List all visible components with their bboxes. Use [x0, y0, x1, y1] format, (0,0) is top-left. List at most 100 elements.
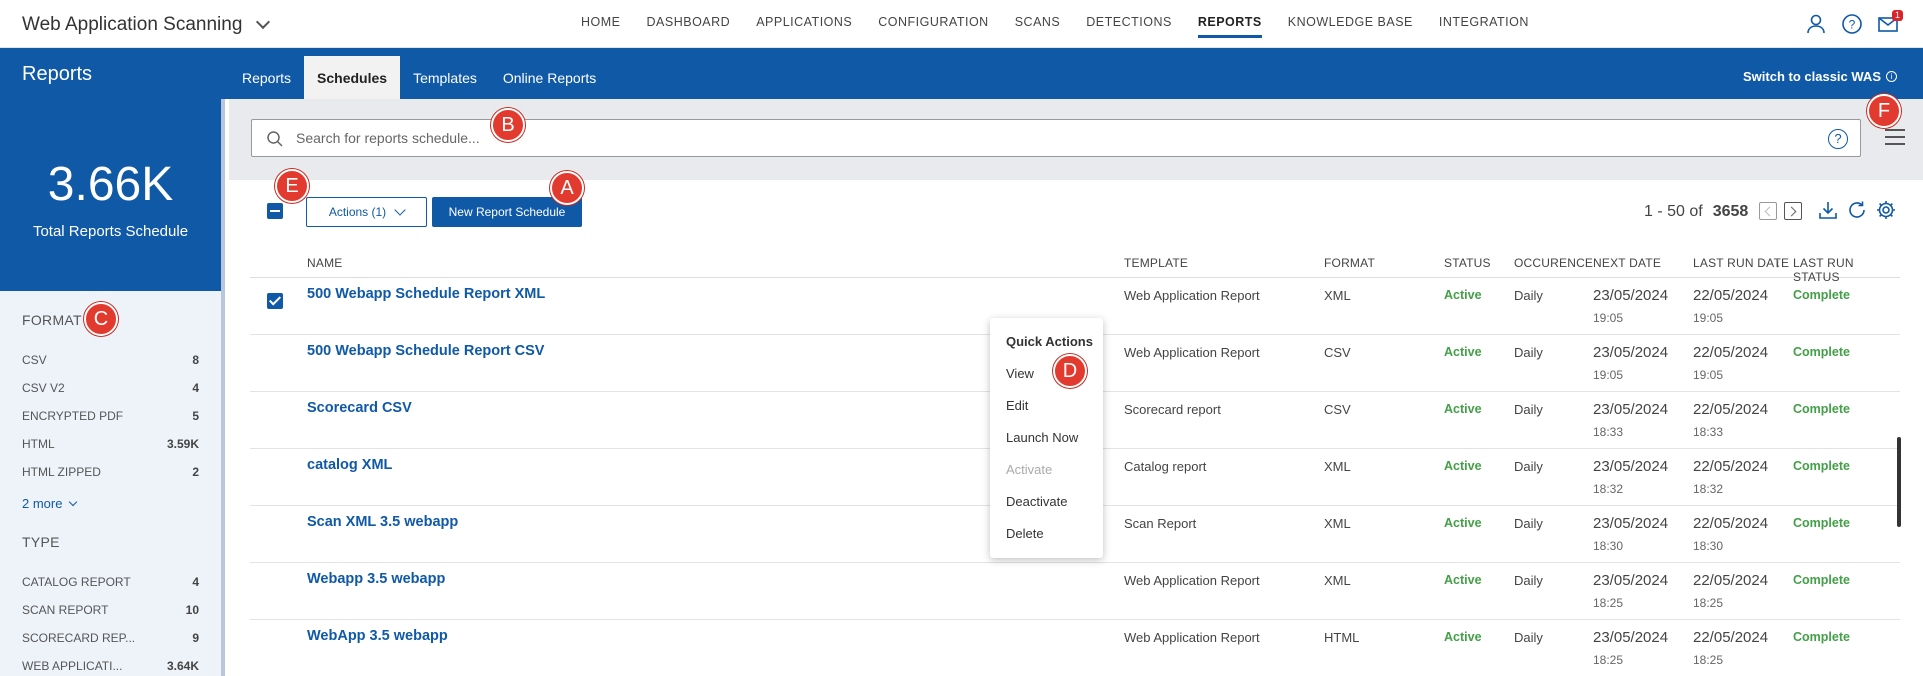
facet-label: CSV V2 [22, 381, 65, 395]
schedule-name-link[interactable]: Scorecard CSV [307, 400, 412, 416]
facet-item[interactable]: HTML ZIPPED 2 [22, 465, 199, 479]
info-icon: i [1886, 71, 1897, 82]
cell-next-time: 18:30 [1593, 539, 1624, 553]
tab-schedules[interactable]: Schedules [304, 56, 401, 99]
schedule-name-link[interactable]: Scan XML 3.5 webapp [307, 514, 458, 530]
help-circle-icon[interactable]: ? [1841, 13, 1863, 35]
column-header-next-date[interactable]: NEXT DATE [1593, 256, 1661, 270]
switch-classic-link[interactable]: Switch to classic WAS i [1743, 69, 1897, 84]
column-header-occurence[interactable]: OCCURENCE [1514, 256, 1593, 270]
table-row[interactable]: Webapp 3.5 webapp Web Application Report… [250, 563, 1900, 620]
refresh-icon[interactable] [1846, 199, 1868, 221]
cell-last-time: 19:05 [1693, 311, 1724, 325]
cell-last-time: 18:32 [1693, 482, 1724, 496]
mail-icon[interactable]: 1 [1877, 10, 1903, 35]
nav-configuration[interactable]: CONFIGURATION [865, 0, 1001, 48]
cell-next-time: 18:33 [1593, 425, 1624, 439]
table-row[interactable]: WebApp 3.5 webapp Web Application Report… [250, 620, 1900, 676]
facet-label: HTML ZIPPED [22, 465, 101, 479]
show-more-link[interactable]: 2 more [22, 496, 78, 511]
previous-page-button[interactable] [1759, 202, 1777, 220]
show-more-label: 2 more [22, 496, 63, 511]
facet-item[interactable]: SCORECARD REP... 9 [22, 631, 199, 645]
facet-label: ENCRYPTED PDF [22, 409, 124, 423]
app-switcher[interactable]: Web Application Scanning [22, 14, 271, 36]
cell-last-status: Complete [1793, 630, 1850, 644]
menu-item-launch-now[interactable]: Launch Now [1006, 430, 1078, 445]
stat-value: 3.66K [47, 158, 174, 211]
column-header-name[interactable]: NAME [307, 256, 342, 270]
callout-marker-f: F [1867, 94, 1901, 128]
facet-item[interactable]: ENCRYPTED PDF 5 [22, 409, 199, 423]
menu-item-edit[interactable]: Edit [1006, 398, 1028, 413]
cell-format: XML [1324, 573, 1351, 588]
download-icon[interactable] [1817, 199, 1839, 221]
top-bar: Web Application Scanning HOME DASHBOARD … [0, 0, 1923, 48]
nav-scans[interactable]: SCANS [1002, 0, 1074, 48]
cell-template: Scorecard report [1124, 402, 1221, 417]
tab-online-reports[interactable]: Online Reports [490, 56, 609, 99]
facet-item[interactable]: CSV 8 [22, 353, 199, 367]
schedule-name-link[interactable]: Webapp 3.5 webapp [307, 571, 445, 587]
next-page-button[interactable] [1784, 202, 1802, 220]
select-all-checkbox[interactable] [267, 203, 283, 219]
cell-next-time: 18:25 [1593, 653, 1624, 667]
settings-gear-icon[interactable] [1875, 199, 1897, 221]
schedule-name-link[interactable]: WebApp 3.5 webapp [307, 628, 448, 644]
user-icon[interactable] [1805, 13, 1827, 35]
facet-title-format: FORMAT [22, 312, 82, 328]
vertical-scrollbar[interactable] [1897, 437, 1901, 527]
tab-reports[interactable]: Reports [229, 56, 304, 99]
cell-last-time: 18:25 [1693, 653, 1724, 667]
cell-next-time: 19:05 [1593, 368, 1624, 382]
cell-last-status: Complete [1793, 459, 1850, 473]
table-header: NAME TEMPLATE FORMAT STATUS OCCURENCE NE… [250, 250, 1900, 284]
hamburger-menu-icon[interactable] [1885, 129, 1905, 150]
cell-next-date: 23/05/2024 [1593, 401, 1669, 418]
nav-applications[interactable]: APPLICATIONS [743, 0, 865, 48]
column-header-template[interactable]: TEMPLATE [1124, 256, 1188, 270]
cell-occurence: Daily [1514, 288, 1543, 303]
cell-last-time: 18:33 [1693, 425, 1724, 439]
facet-item[interactable]: HTML 3.59K [22, 437, 199, 451]
facet-label: CSV [22, 353, 47, 367]
sort-desc-icon[interactable]: ↓ [1775, 256, 1781, 270]
facet-item[interactable]: CATALOG REPORT 4 [22, 575, 199, 589]
nav-detections[interactable]: DETECTIONS [1073, 0, 1185, 48]
facet-item[interactable]: CSV V2 4 [22, 381, 199, 395]
facet-item[interactable]: WEB APPLICATI... 3.64K [22, 659, 199, 673]
tab-templates[interactable]: Templates [400, 56, 490, 99]
help-circle-icon[interactable]: ? [1828, 129, 1848, 149]
schedule-name-link[interactable]: 500 Webapp Schedule Report CSV [307, 343, 544, 359]
actions-dropdown-button[interactable]: Actions (1) [306, 197, 427, 227]
schedule-name-link[interactable]: 500 Webapp Schedule Report XML [307, 286, 545, 302]
facet-count: 4 [192, 381, 199, 395]
facet-count: 8 [192, 353, 199, 367]
app-title: Web Application Scanning [22, 14, 243, 35]
nav-reports[interactable]: REPORTS [1185, 0, 1275, 48]
cell-next-time: 19:05 [1593, 311, 1624, 325]
menu-item-view[interactable]: View [1006, 366, 1034, 381]
nav-knowledge-base[interactable]: KNOWLEDGE BASE [1275, 0, 1426, 48]
schedule-name-link[interactable]: catalog XML [307, 457, 392, 473]
pagination-total: 3658 [1712, 203, 1749, 220]
nav-home[interactable]: HOME [568, 0, 634, 48]
menu-item-delete[interactable]: Delete [1006, 526, 1044, 541]
facet-item[interactable]: SCAN REPORT 10 [22, 603, 199, 617]
callout-marker-e: E [275, 169, 309, 203]
column-header-status[interactable]: STATUS [1444, 256, 1491, 270]
callout-marker-a: A [550, 171, 584, 205]
actions-label: Actions (1) [328, 205, 387, 219]
facet-count: 2 [192, 465, 199, 479]
menu-item-deactivate[interactable]: Deactivate [1006, 494, 1067, 509]
nav-dashboard[interactable]: DASHBOARD [634, 0, 744, 48]
cell-last-date: 22/05/2024 [1693, 458, 1769, 475]
cell-next-date: 23/05/2024 [1593, 458, 1669, 475]
switch-classic-label: Switch to classic WAS [1743, 69, 1881, 84]
nav-integration[interactable]: INTEGRATION [1426, 0, 1542, 48]
facet-label: CATALOG REPORT [22, 575, 131, 589]
callout-marker-d: D [1053, 354, 1087, 388]
table-toolbar: Actions (1) New Report Schedule 1 - 50 o… [229, 180, 1923, 250]
column-header-format[interactable]: FORMAT [1324, 256, 1375, 270]
cell-status: Active [1444, 288, 1482, 302]
